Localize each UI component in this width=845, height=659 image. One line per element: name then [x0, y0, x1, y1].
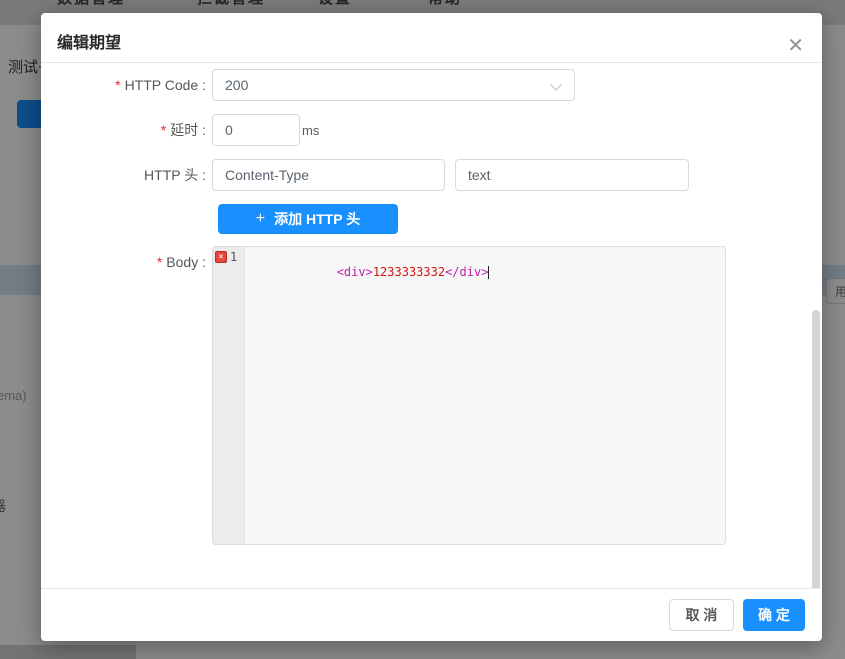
editor-code-area[interactable]: <div>1233333332</div>: [245, 247, 725, 544]
body-label: * Body :: [41, 246, 212, 545]
http-code-select[interactable]: 200: [212, 69, 575, 101]
body-code-editor[interactable]: ✕ 1 <div>1233333332</div>: [212, 246, 726, 545]
code-text: 1233333332: [373, 265, 445, 279]
http-code-label: * HTTP Code :: [41, 69, 212, 101]
form-row-http-header: HTTP 头 :: [41, 159, 822, 191]
dialog-body: * HTTP Code : 200 * 延时 : ms HTTP 头 :: [41, 63, 822, 588]
dialog-footer: 取 消 确 定: [41, 588, 822, 641]
required-mark: *: [115, 77, 120, 93]
edit-expectation-dialog: 编辑期望 ✕ * HTTP Code : 200 * 延时 : ms HTTP …: [41, 13, 822, 641]
dialog-header: 编辑期望 ✕: [41, 13, 822, 63]
editor-gutter: ✕ 1: [213, 247, 245, 544]
plus-icon: +: [256, 210, 265, 228]
required-mark: *: [157, 254, 162, 270]
confirm-button[interactable]: 确 定: [743, 599, 805, 631]
header-name-input[interactable]: [212, 159, 445, 191]
error-icon: ✕: [215, 251, 227, 263]
delay-label: * 延时 :: [41, 114, 212, 146]
code-close-tag: </div>: [445, 265, 488, 279]
text-cursor: [488, 266, 489, 279]
http-code-value: 200: [225, 77, 248, 93]
dialog-title: 编辑期望: [57, 29, 121, 53]
form-row-delay: * 延时 : ms: [41, 114, 822, 146]
line-number: 1: [230, 250, 237, 264]
form-row-http-code: * HTTP Code : 200: [41, 69, 822, 101]
code-open-tag: <div>: [337, 265, 373, 279]
code-line: <div>1233333332</div>: [250, 250, 720, 295]
close-icon[interactable]: ✕: [787, 35, 804, 55]
dialog-scrollbar[interactable]: [812, 310, 820, 588]
header-value-input[interactable]: [455, 159, 689, 191]
add-http-header-button[interactable]: + 添加 HTTP 头: [218, 204, 398, 234]
delay-input[interactable]: [212, 114, 300, 146]
form-row-body: * Body : ✕ 1 <div>1233333332</div>: [41, 246, 822, 545]
delay-unit-label: ms: [302, 123, 319, 138]
required-mark: *: [161, 122, 166, 138]
chevron-down-icon: [552, 81, 560, 89]
cancel-button[interactable]: 取 消: [669, 599, 734, 631]
http-header-label: HTTP 头 :: [41, 159, 212, 191]
